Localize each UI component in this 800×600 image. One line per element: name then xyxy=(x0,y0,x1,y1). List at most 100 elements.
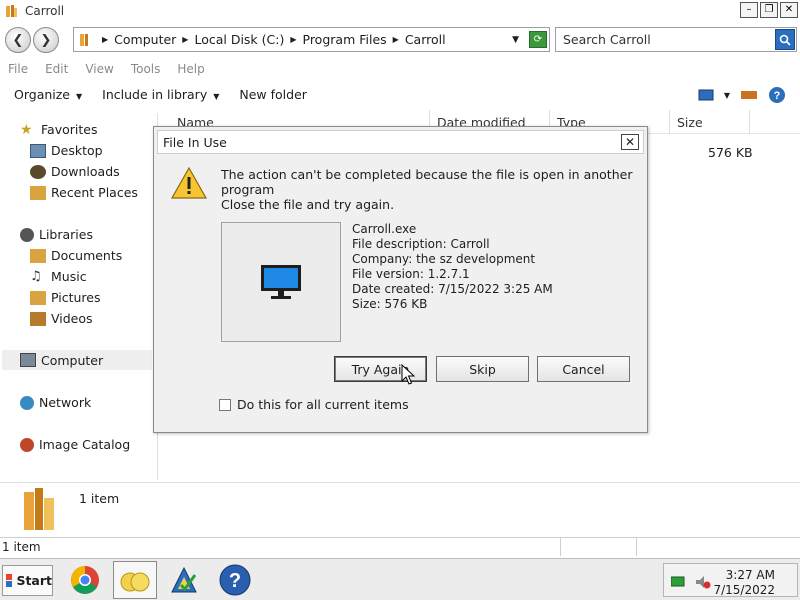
search-button[interactable] xyxy=(775,29,795,50)
minimize-button[interactable]: – xyxy=(740,2,758,18)
folder-icon xyxy=(24,488,54,530)
chevron-down-icon: ▼ xyxy=(76,92,83,101)
file-company: Company: the sz development xyxy=(352,252,536,266)
nav-computer-label: Computer xyxy=(41,352,104,368)
back-button[interactable]: ❮ xyxy=(5,27,31,53)
file-preview xyxy=(221,222,341,342)
forward-arrow-icon: ❯ xyxy=(40,32,52,48)
taskbar-image-app[interactable] xyxy=(162,561,206,599)
breadcrumb-computer[interactable]: Computer xyxy=(114,32,176,47)
dialog-close-button[interactable]: ✕ xyxy=(621,134,639,150)
folder-icon xyxy=(6,5,17,17)
organize-label: Organize xyxy=(14,87,70,102)
image-catalog-icon xyxy=(20,437,34,452)
nav-libraries-label: Libraries xyxy=(39,227,93,242)
volume-muted-icon[interactable] xyxy=(695,575,711,589)
nav-desktop[interactable]: Desktop xyxy=(30,143,103,158)
chevron-down-icon: ▼ xyxy=(213,92,220,101)
chevron-right-icon[interactable]: ▶ xyxy=(102,35,108,44)
pictures-icon xyxy=(30,290,46,305)
monitor-icon xyxy=(261,265,301,299)
file-in-use-dialog: File In Use ✕ The action can't be comple… xyxy=(153,126,648,433)
nav-network[interactable]: Network xyxy=(20,395,91,410)
taskbar-chrome[interactable] xyxy=(63,561,107,599)
nav-pictures[interactable]: Pictures xyxy=(30,290,101,305)
chevron-right-icon[interactable]: ▶ xyxy=(290,35,296,44)
music-icon: ♫ xyxy=(30,268,42,284)
menu-help[interactable]: Help xyxy=(177,62,204,76)
folder-icon xyxy=(80,33,88,46)
menu-bar: File Edit View Tools Help xyxy=(0,59,800,79)
preview-pane-icon[interactable] xyxy=(740,89,758,101)
menu-tools[interactable]: Tools xyxy=(131,62,161,76)
dialog-message: The action can't be completed because th… xyxy=(221,167,633,197)
search-input[interactable]: Search Carroll xyxy=(555,27,797,52)
warning-icon xyxy=(171,167,207,199)
search-placeholder: Search Carroll xyxy=(563,32,651,47)
file-description: File description: Carroll xyxy=(352,237,490,251)
status-divider xyxy=(636,538,637,556)
nav-image-catalog[interactable]: Image Catalog xyxy=(20,437,130,452)
menu-edit[interactable]: Edit xyxy=(45,62,68,76)
command-bar: Organize ▼ Include in library ▼ New folder… xyxy=(0,82,800,107)
apply-all-checkbox-row[interactable]: Do this for all current items xyxy=(219,397,409,412)
window-titlebar: Carroll – ❐ ✕ xyxy=(0,0,800,22)
new-folder-button[interactable]: New folder xyxy=(239,87,307,102)
file-date-created: Date created: 7/15/2022 3:25 AM xyxy=(352,282,553,296)
chevron-right-icon[interactable]: ▶ xyxy=(182,35,188,44)
image-editor-icon xyxy=(171,566,197,593)
menu-view[interactable]: View xyxy=(85,62,113,76)
nav-favorites[interactable]: ★ Favorites xyxy=(20,122,97,137)
address-bar[interactable]: ▶ Computer ▶ Local Disk (C:) ▶ Program F… xyxy=(73,27,550,52)
desktop-icon xyxy=(30,143,46,158)
svg-text:?: ? xyxy=(774,90,781,102)
include-label: Include in library xyxy=(102,87,208,102)
include-in-library-button[interactable]: Include in library ▼ xyxy=(102,87,219,102)
view-options-icon[interactable] xyxy=(698,89,714,101)
nav-videos[interactable]: Videos xyxy=(30,311,93,326)
help-icon[interactable]: ? xyxy=(768,86,786,104)
system-tray: 3:27 AM 7/15/2022 xyxy=(663,563,798,597)
breadcrumb-carroll[interactable]: Carroll xyxy=(405,32,446,47)
nav-documents[interactable]: Documents xyxy=(30,248,122,263)
new-folder-label: New folder xyxy=(239,87,307,102)
search-icon xyxy=(779,34,791,46)
organize-button[interactable]: Organize ▼ xyxy=(14,87,82,102)
folders-icon xyxy=(120,572,150,592)
column-size[interactable]: Size xyxy=(670,110,750,134)
start-button[interactable]: Start xyxy=(2,565,53,596)
cancel-button[interactable]: Cancel xyxy=(537,356,630,382)
skip-button[interactable]: Skip xyxy=(436,356,529,382)
taskbar-help[interactable]: ? xyxy=(213,561,257,599)
recent-places-icon xyxy=(30,185,46,200)
back-arrow-icon: ❮ xyxy=(12,32,24,48)
chevron-right-icon[interactable]: ▶ xyxy=(393,35,399,44)
close-window-button[interactable]: ✕ xyxy=(780,2,798,18)
maximize-button[interactable]: ❐ xyxy=(760,2,778,18)
nav-music[interactable]: ♫ Music xyxy=(30,269,87,284)
clock-time: 3:27 AM xyxy=(725,568,775,582)
clock-date: 7/15/2022 xyxy=(713,583,775,597)
menu-file[interactable]: File xyxy=(8,62,28,76)
breadcrumb-program-files[interactable]: Program Files xyxy=(303,32,387,47)
nav-computer[interactable]: Computer xyxy=(2,350,152,370)
nav-network-label: Network xyxy=(39,395,92,410)
window-title: Carroll xyxy=(25,4,65,18)
network-icon xyxy=(20,395,34,410)
computer-icon xyxy=(20,353,36,367)
refresh-button[interactable]: ⟳ xyxy=(529,31,547,48)
nav-libraries[interactable]: Libraries xyxy=(20,227,93,242)
svg-text:?: ? xyxy=(229,570,241,592)
breadcrumb-local-disk[interactable]: Local Disk (C:) xyxy=(194,32,284,47)
status-item-count: 1 item xyxy=(2,540,41,554)
nav-recent-places[interactable]: Recent Places xyxy=(30,185,138,200)
nav-downloads[interactable]: Downloads xyxy=(30,164,120,179)
libraries-icon xyxy=(20,227,34,242)
chevron-down-icon[interactable]: ▼ xyxy=(724,91,730,100)
forward-button[interactable]: ❯ xyxy=(33,27,59,53)
chevron-down-icon[interactable]: ▼ xyxy=(512,35,519,45)
network-status-icon[interactable] xyxy=(671,576,685,588)
system-clock[interactable]: 3:27 AM 7/15/2022 xyxy=(713,568,775,598)
apply-all-checkbox[interactable] xyxy=(219,398,231,411)
taskbar-explorer[interactable] xyxy=(113,561,157,599)
